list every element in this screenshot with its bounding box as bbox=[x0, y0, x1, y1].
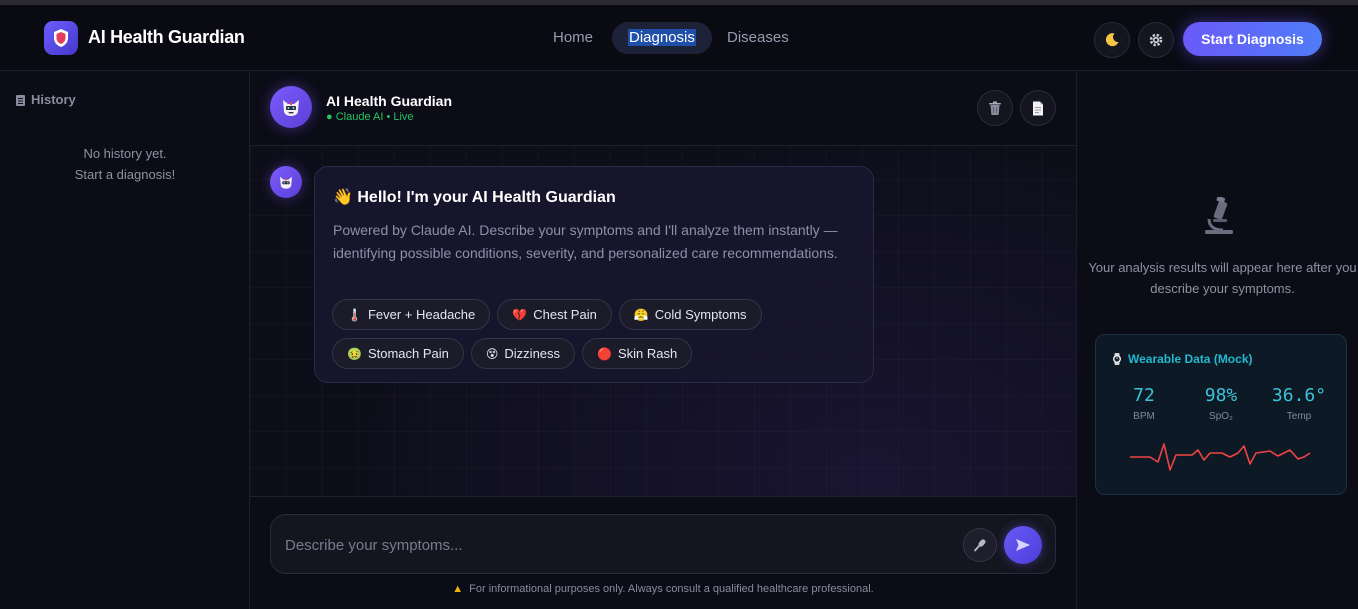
wearable-data-card: Wearable Data (Mock) 72 BPM 98% SpO₂ 36.… bbox=[1095, 334, 1347, 495]
welcome-title: 👋 Hello! I'm your AI Health Guardian bbox=[333, 189, 616, 206]
chip-cold-symptoms[interactable]: 😤 Cold Symptoms bbox=[618, 299, 762, 330]
robot-avatar-small-icon bbox=[270, 166, 302, 198]
settings-button[interactable] bbox=[1138, 22, 1174, 58]
spo2-label: SpO₂ bbox=[1209, 411, 1233, 422]
chat-input-area: ▲ For informational purposes only. Always… bbox=[250, 496, 1076, 609]
disclaimer-text: For informational purposes only. Always … bbox=[469, 583, 874, 595]
chip-label: Dizziness bbox=[504, 346, 561, 361]
temp-metric: 36.6° Temp bbox=[1259, 385, 1339, 422]
brand-title: AI Health Guardian bbox=[88, 27, 245, 47]
robot-avatar-icon bbox=[270, 86, 312, 128]
moon-icon bbox=[1105, 33, 1119, 47]
chip-dizziness[interactable]: 😵 Dizziness bbox=[470, 338, 576, 369]
history-empty-message: No history yet. Start a diagnosis! bbox=[0, 143, 250, 185]
spo2-value: 98% bbox=[1204, 385, 1238, 406]
results-placeholder-text: Your analysis results will appear here a… bbox=[1088, 260, 1357, 296]
symptom-input[interactable] bbox=[285, 533, 945, 557]
chip-label: Chest Pain bbox=[533, 307, 597, 322]
chat-live-status: ● Claude AI • Live bbox=[326, 111, 414, 123]
nauseated-face-icon: 🤢 bbox=[347, 346, 362, 361]
voice-input-button[interactable] bbox=[963, 528, 997, 562]
chip-fever-headache[interactable]: 🌡️ Fever + Headache bbox=[332, 299, 491, 330]
history-heading: History bbox=[15, 92, 76, 107]
history-sidebar: History No history yet. Start a diagnosi… bbox=[0, 71, 250, 609]
chip-label: Cold Symptoms bbox=[654, 307, 747, 322]
welcome-text: Powered by Claude AI. Describe your symp… bbox=[333, 222, 838, 261]
nav-diseases-link[interactable]: Diseases bbox=[711, 22, 805, 54]
chip-label: Skin Rash bbox=[617, 346, 678, 361]
welcome-message-bubble: 👋 Hello! I'm your AI Health Guardian Pow… bbox=[314, 166, 874, 383]
start-diagnosis-button[interactable]: Start Diagnosis bbox=[1183, 22, 1322, 56]
nav-diagnosis-label: Diagnosis bbox=[628, 29, 696, 46]
bpm-value: 72 bbox=[1133, 385, 1155, 406]
warning-icon: ▲ bbox=[452, 583, 464, 595]
watch-icon bbox=[1113, 353, 1121, 365]
chip-skin-rash[interactable]: 🔴 Skin Rash bbox=[582, 338, 693, 369]
send-message-button[interactable] bbox=[1004, 526, 1042, 564]
wearable-title: Wearable Data (Mock) bbox=[1128, 352, 1253, 366]
chat-panel: AI Health Guardian ● Claude AI • Live 👋 … bbox=[250, 71, 1077, 609]
nav-diagnosis-link[interactable]: Diagnosis bbox=[612, 22, 712, 54]
gear-icon bbox=[1149, 33, 1163, 47]
history-title: History bbox=[31, 92, 76, 107]
temp-value: 36.6° bbox=[1271, 385, 1327, 406]
chip-chest-pain[interactable]: 💔 Chest Pain bbox=[497, 299, 612, 330]
temp-label: Temp bbox=[1286, 411, 1312, 422]
dark-mode-button[interactable] bbox=[1094, 22, 1130, 58]
chat-bot-name: AI Health Guardian bbox=[326, 93, 453, 109]
bpm-metric: 72 BPM bbox=[1104, 385, 1184, 422]
bpm-label: BPM bbox=[1133, 411, 1155, 422]
red-circle-icon: 🔴 bbox=[597, 346, 612, 361]
cold-face-icon: 😤 bbox=[633, 307, 649, 322]
spo2-metric: 98% SpO₂ bbox=[1181, 385, 1261, 422]
quick-symptom-chips: 🌡️ Fever + Headache 💔 Chest Pain 😤 Cold Sym… bbox=[332, 299, 862, 369]
microscope-icon bbox=[1205, 197, 1233, 234]
ecg-waveform bbox=[1130, 443, 1311, 471]
clear-chat-button[interactable] bbox=[977, 90, 1013, 126]
chip-label: Fever + Headache bbox=[367, 307, 476, 322]
history-empty-line1: No history yet. bbox=[83, 146, 167, 161]
results-panel: Your analysis results will appear here a… bbox=[1077, 71, 1358, 609]
chip-label: Stomach Pain bbox=[367, 346, 449, 361]
send-arrow-icon bbox=[1016, 539, 1030, 551]
history-empty-line2: Start a diagnosis! bbox=[74, 167, 176, 182]
wearable-heading: Wearable Data (Mock) bbox=[1112, 352, 1252, 366]
microphone-icon bbox=[974, 539, 986, 552]
document-icon bbox=[1033, 101, 1043, 115]
symptom-input-box bbox=[270, 514, 1056, 574]
nav-home-link[interactable]: Home bbox=[537, 22, 609, 54]
top-navbar: AI Health Guardian Home Diagnosis Diseas… bbox=[0, 5, 1358, 71]
dizzy-face-icon: 😵 bbox=[485, 346, 499, 361]
thermometer-icon: 🌡️ bbox=[347, 307, 362, 322]
trash-icon bbox=[989, 101, 1001, 115]
shield-logo-icon bbox=[44, 21, 78, 55]
broken-heart-icon: 💔 bbox=[512, 307, 528, 322]
chat-header: AI Health Guardian ● Claude AI • Live bbox=[250, 71, 1076, 146]
export-report-button[interactable] bbox=[1020, 90, 1056, 126]
medical-disclaimer: ▲ For informational purposes only. Always… bbox=[250, 583, 1076, 595]
clipboard-icon bbox=[16, 94, 25, 106]
chip-stomach-pain[interactable]: 🤢 Stomach Pain bbox=[332, 338, 464, 369]
